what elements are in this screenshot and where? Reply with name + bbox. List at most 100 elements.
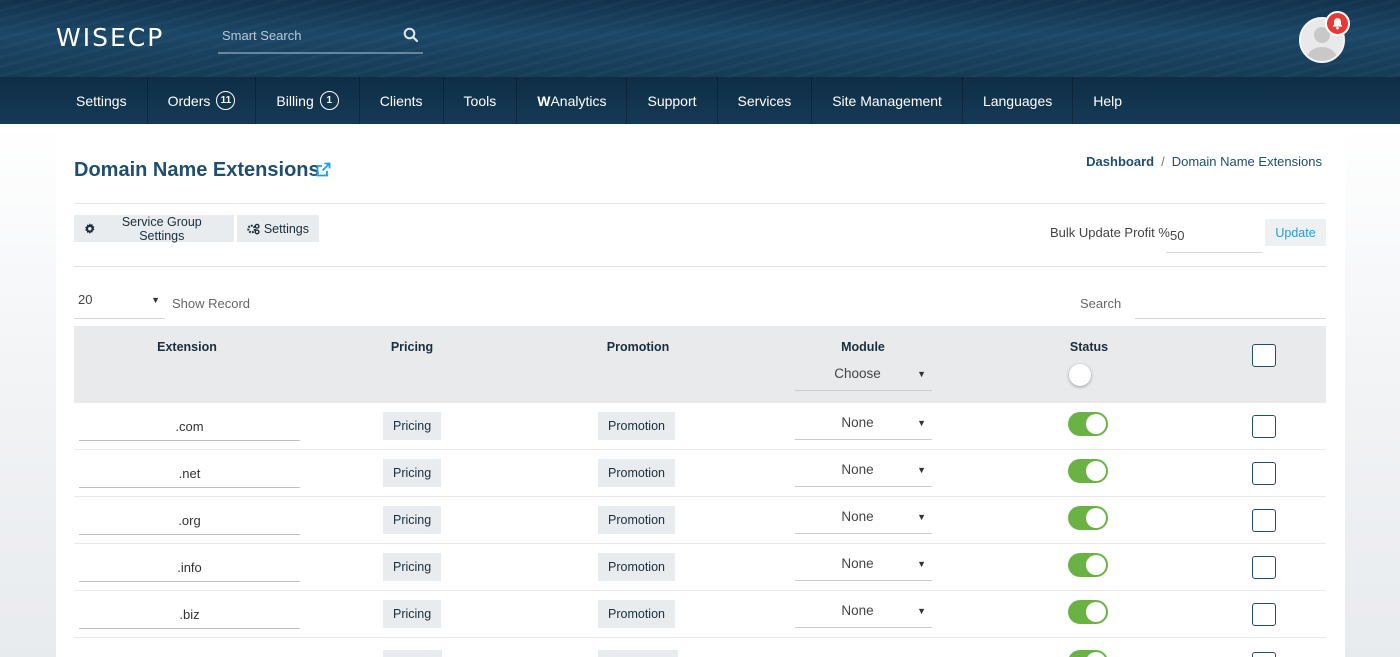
col-pricing[interactable]: Pricing — [391, 340, 433, 354]
pricing-button[interactable]: Pricing — [383, 553, 442, 581]
module-value: None — [841, 509, 874, 524]
pricing-button[interactable]: Pricing — [383, 412, 442, 440]
table-row: .com Pricing Promotion None ▼ — [74, 403, 1326, 450]
nav-tools[interactable]: Tools — [444, 77, 518, 124]
background-right — [1345, 124, 1400, 657]
service-group-settings-button[interactable]: Service Group Settings — [74, 215, 234, 243]
nav-clients[interactable]: Clients — [360, 77, 444, 124]
table-row-partial — [74, 638, 1326, 657]
status-toggle[interactable] — [1068, 600, 1108, 624]
nav-orders[interactable]: Orders 11 — [148, 77, 257, 124]
nav-label: Languages — [982, 92, 1053, 109]
top-header: WISECP — [0, 0, 1400, 77]
pricing-button[interactable]: Pricing — [383, 506, 442, 534]
nav-support[interactable]: Support — [627, 77, 718, 124]
table-row: .org Pricing Promotion None ▼ — [74, 497, 1326, 544]
bulk-profit-input[interactable] — [1166, 219, 1262, 253]
row-checkbox[interactable] — [1252, 556, 1276, 579]
nav-site-management[interactable]: Site Management — [812, 77, 963, 124]
gears-icon — [247, 223, 260, 234]
row-checkbox[interactable] — [1252, 603, 1276, 626]
nav-label: Billing — [276, 92, 314, 109]
row-checkbox[interactable] — [1252, 462, 1276, 485]
nav-help[interactable]: Help — [1073, 77, 1142, 124]
breadcrumb-current: Domain Name Extensions — [1171, 154, 1322, 169]
external-link-icon[interactable] — [315, 162, 331, 178]
row-checkbox[interactable] — [1252, 415, 1276, 438]
status-filter-toggle[interactable] — [1069, 364, 1091, 386]
row-checkbox[interactable] — [1252, 652, 1276, 657]
extension-field[interactable]: .com — [79, 407, 300, 441]
status-toggle[interactable] — [1068, 459, 1108, 483]
nav-billing[interactable]: Billing 1 — [256, 77, 360, 124]
content-panel: Domain Name Extensions Dashboard / Domain … — [56, 124, 1345, 657]
extension-field[interactable]: .org — [79, 501, 300, 535]
extension-field[interactable]: .info — [79, 548, 300, 582]
promotion-button[interactable]: Promotion — [598, 600, 675, 628]
breadcrumb-separator: / — [1161, 154, 1165, 169]
module-value: None — [841, 556, 874, 571]
promotion-button[interactable]: Promotion — [598, 459, 675, 487]
page-title: Domain Name Extensions — [74, 159, 320, 181]
nav-services[interactable]: Services — [718, 77, 813, 124]
breadcrumb: Dashboard / Domain Name Extensions — [1086, 154, 1322, 169]
nav-label-bold: W — [537, 92, 551, 109]
divider — [74, 266, 1326, 267]
nav-settings[interactable]: Settings — [56, 77, 148, 124]
table-row: .biz Pricing Promotion None ▼ — [74, 591, 1326, 638]
caret-down-icon: ▼ — [151, 295, 160, 305]
col-module[interactable]: Module — [841, 340, 885, 354]
notification-badge[interactable] — [1325, 11, 1350, 36]
extension-field[interactable]: .biz — [79, 595, 300, 629]
nav-label: Tools — [463, 92, 497, 109]
records-value: 20 — [78, 292, 93, 307]
caret-down-icon: ▼ — [917, 369, 926, 379]
background-left — [0, 124, 56, 657]
search-icon[interactable] — [403, 27, 419, 43]
breadcrumb-dashboard[interactable]: Dashboard — [1086, 154, 1154, 169]
module-select[interactable]: None ▼ — [795, 501, 932, 534]
update-button[interactable]: Update — [1265, 219, 1326, 246]
module-select[interactable]: None ▼ — [795, 407, 932, 440]
table-search-input[interactable] — [1135, 288, 1326, 319]
settings-button[interactable]: Settings — [237, 215, 319, 242]
module-select[interactable]: None ▼ — [795, 548, 932, 581]
table-search-label: Search — [1080, 296, 1122, 311]
promotion-button[interactable]: Promotion — [598, 506, 675, 534]
col-extension[interactable]: Extension — [157, 340, 217, 354]
col-status[interactable]: Status — [1070, 340, 1108, 354]
table-header: Extension Pricing Promotion Module Statu… — [74, 326, 1326, 403]
nav-label: Services — [737, 92, 792, 109]
status-toggle[interactable] — [1068, 650, 1108, 657]
records-per-page-select[interactable]: 20 ▼ — [74, 286, 165, 319]
status-toggle[interactable] — [1068, 553, 1108, 577]
caret-down-icon: ▼ — [917, 465, 926, 475]
promotion-button[interactable]: Promotion — [598, 553, 675, 581]
status-toggle[interactable] — [1068, 412, 1108, 436]
nav-label: Analytics — [550, 92, 607, 109]
select-all-checkbox[interactable] — [1252, 344, 1276, 367]
nav-label: Orders — [167, 92, 211, 109]
caret-down-icon: ▼ — [917, 606, 926, 616]
extension-field[interactable]: .net — [79, 454, 300, 488]
nav-wanalytics[interactable]: W Analytics — [517, 77, 628, 124]
caret-down-icon: ▼ — [917, 559, 926, 569]
pricing-button[interactable] — [383, 650, 442, 657]
module-filter-select[interactable]: Choose ▼ — [795, 358, 932, 391]
pricing-button[interactable]: Pricing — [383, 600, 442, 628]
module-select[interactable]: None ▼ — [795, 595, 932, 628]
wisecp-logo[interactable]: WISECP — [56, 23, 164, 52]
nav-label: Support — [647, 92, 697, 109]
row-checkbox[interactable] — [1252, 509, 1276, 532]
caret-down-icon: ▼ — [917, 512, 926, 522]
promotion-button[interactable]: Promotion — [598, 412, 675, 440]
module-select[interactable]: None ▼ — [795, 454, 932, 487]
nav-languages[interactable]: Languages — [963, 77, 1074, 124]
module-filter-value: Choose — [834, 366, 881, 381]
status-toggle[interactable] — [1068, 506, 1108, 530]
pricing-button[interactable]: Pricing — [383, 459, 442, 487]
promotion-button[interactable] — [598, 650, 678, 657]
smart-search-input[interactable] — [218, 20, 423, 50]
col-promotion[interactable]: Promotion — [607, 340, 670, 354]
module-value: None — [841, 415, 874, 430]
